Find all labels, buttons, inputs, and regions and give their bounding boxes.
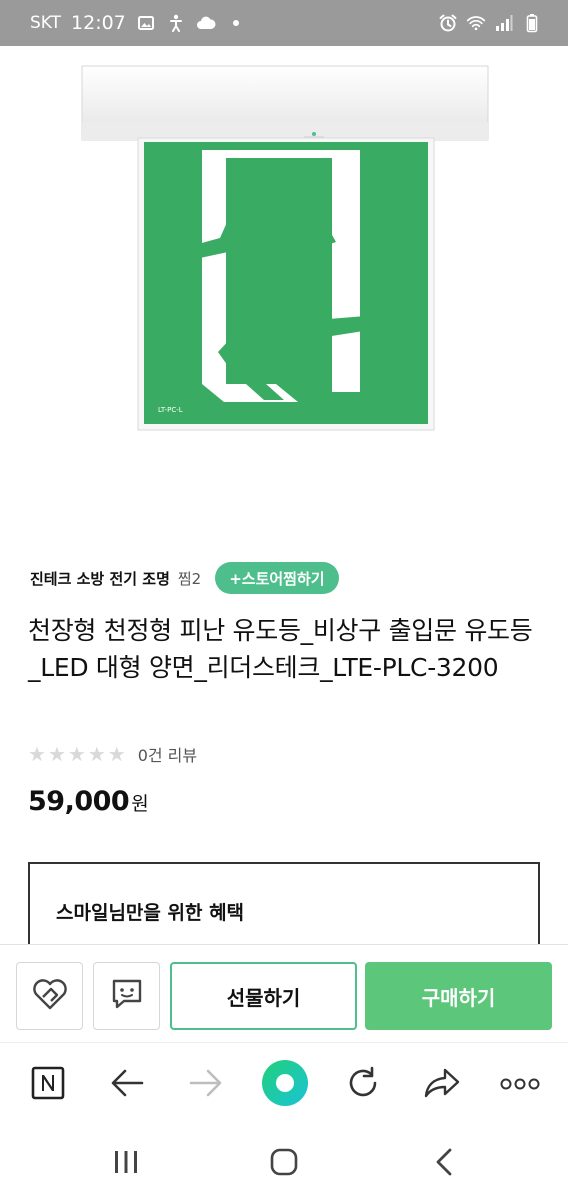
price-unit: 원 <box>131 793 149 815</box>
reload-button[interactable] <box>341 1063 385 1107</box>
forward-button[interactable] <box>184 1063 228 1107</box>
naver-home-button[interactable] <box>26 1063 70 1107</box>
gift-button[interactable]: 선물하기 <box>170 962 357 1030</box>
accessibility-icon <box>166 13 186 33</box>
heart-icon <box>31 977 69 1015</box>
recent-apps-button[interactable] <box>104 1144 148 1184</box>
talk-button[interactable] <box>93 962 160 1030</box>
image-icon <box>136 13 156 33</box>
share-button[interactable] <box>420 1063 464 1107</box>
home-icon <box>270 1148 298 1180</box>
battery-icon <box>522 13 542 33</box>
status-right <box>438 13 542 33</box>
rating-row[interactable]: ★ ★ ★ ★ ★ 0건 리뷰 <box>28 742 197 766</box>
back-button[interactable] <box>105 1063 149 1107</box>
reload-icon <box>346 1066 380 1104</box>
share-icon <box>424 1067 460 1103</box>
naver-home-icon <box>30 1065 66 1105</box>
more-icon <box>500 1076 540 1095</box>
wifi-icon <box>466 13 486 33</box>
signal-icon <box>494 13 514 33</box>
system-nav-bar <box>0 1128 568 1200</box>
status-left: SKT 12:07 <box>30 12 246 34</box>
benefit-title: 스마일님만을 위한 혜택 <box>56 902 245 924</box>
star-icon: ★ <box>28 742 46 766</box>
price: 59,000 <box>28 786 130 817</box>
carrier-label: SKT <box>30 13 62 33</box>
exit-sign-illustration: LT-PC-L <box>81 65 489 431</box>
home-button[interactable] <box>262 1144 306 1184</box>
back-nav-button[interactable] <box>422 1144 466 1184</box>
store-name[interactable]: 진테크 소방 전기 조명 <box>30 568 170 589</box>
rating-stars: ★ ★ ★ ★ ★ <box>28 742 126 766</box>
store-follow-button[interactable]: +스토어찜하기 <box>215 562 339 594</box>
green-dot-button[interactable] <box>261 1059 309 1111</box>
star-icon: ★ <box>87 742 106 766</box>
green-dot-icon <box>261 1059 309 1111</box>
back-nav-icon <box>434 1148 454 1180</box>
back-icon <box>110 1068 144 1102</box>
chat-icon <box>110 977 144 1015</box>
status-bar: SKT 12:07 <box>0 0 568 46</box>
cloud-icon <box>196 13 216 33</box>
alarm-icon <box>438 13 458 33</box>
more-button[interactable] <box>498 1063 542 1107</box>
recent-apps-icon <box>113 1150 139 1178</box>
price-row: 59,000 원 <box>28 786 149 817</box>
product-image[interactable]: LT-PC-L <box>78 62 492 438</box>
browser-toolbar <box>0 1042 568 1128</box>
clock: 12:07 <box>71 12 126 34</box>
review-count[interactable]: 0건 리뷰 <box>138 742 197 766</box>
buy-button[interactable]: 구매하기 <box>365 962 552 1030</box>
purchase-bar: 선물하기 구매하기 <box>0 944 568 1042</box>
star-icon: ★ <box>107 742 126 766</box>
store-row: 진테크 소방 전기 조명 찜2 +스토어찜하기 <box>30 562 339 594</box>
dot-icon <box>226 13 246 33</box>
star-icon: ★ <box>47 742 66 766</box>
forward-icon <box>189 1068 223 1102</box>
like-button[interactable] <box>16 962 83 1030</box>
product-title: 천장형 천정형 피난 유도등_비상구 출입문 유도등_LED 대형 양면_리더스… <box>28 616 533 682</box>
sign-label: LT-PC-L <box>158 406 183 414</box>
star-icon: ★ <box>67 742 86 766</box>
wish-count: 찜2 <box>177 569 202 588</box>
